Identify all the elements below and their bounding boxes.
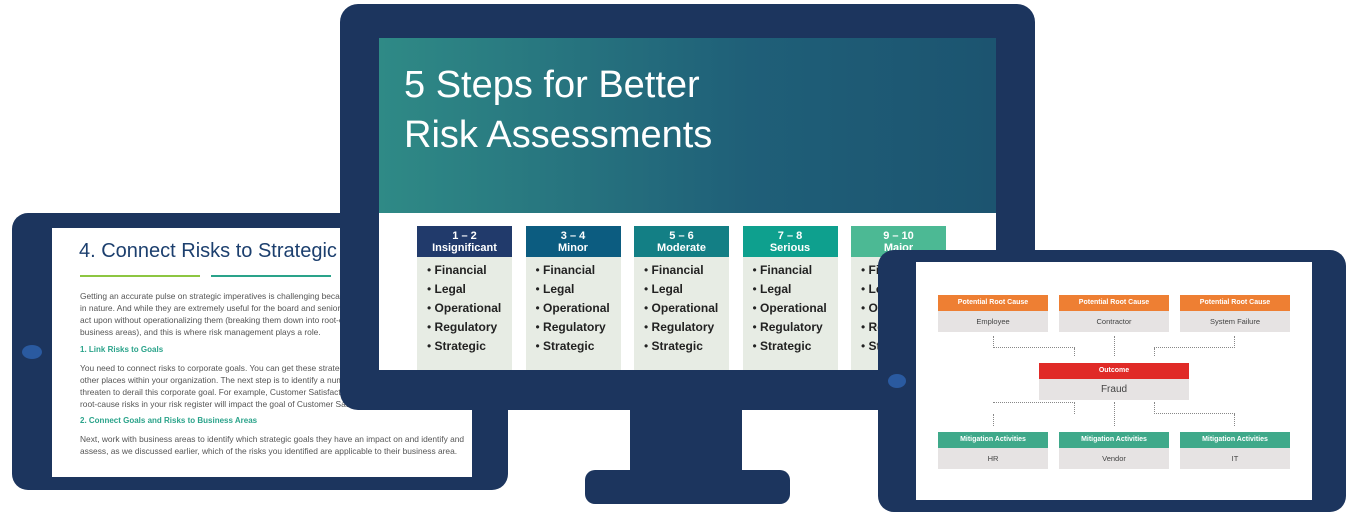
impact-list-item: Legal [536,282,621,301]
mitigation-box-value: HR [938,448,1048,469]
mitigation-box-value: Vendor [1059,448,1169,469]
outcome-box-header: Outcome [1039,363,1189,379]
impact-list: FinancialLegalOperationalRegulatoryStrat… [634,257,729,358]
dashed-connector [1154,348,1155,356]
impact-column-header: 7 – 8 Serious [742,226,838,257]
impact-column: 7 – 8SeriousFinancialLegalOperationalReg… [742,226,838,370]
tablet-home-button [888,374,906,388]
mitigation-box-header: Mitigation Activities [1059,432,1169,448]
root-cause-box-value: Contractor [1059,311,1169,332]
impact-list-item: Legal [427,282,512,301]
mitigation-box: Mitigation Activities HR [938,432,1048,469]
subheading: 1. Link Risks to Goals [80,345,164,354]
impact-list-item: Regulatory [753,320,838,339]
impact-list-item: Regulatory [644,320,729,339]
impact-list-item: Regulatory [536,320,621,339]
root-cause-box: Potential Root Cause Contractor [1059,295,1169,332]
tablet-home-button [22,345,42,359]
impact-list-item: Operational [427,301,512,320]
monitor-base [585,470,790,504]
dashed-connector [1074,348,1075,356]
dashed-connector [993,336,1075,348]
impact-column: 3 – 4MinorFinancialLegalOperationalRegul… [525,226,621,370]
root-cause-box-header: Potential Root Cause [938,295,1048,311]
divider [80,275,200,277]
impact-list-item: Strategic [427,339,512,358]
impact-list-item: Legal [753,282,838,301]
section-title: 4. Connect Risks to Strategic Go [79,240,370,262]
hero-title: 5 Steps for Better Risk Assessments [404,64,713,156]
impact-column-header: 3 – 4 Minor [525,226,621,257]
root-cause-box-header: Potential Root Cause [1180,295,1290,311]
root-cause-box: Potential Root Cause Employee [938,295,1048,332]
impact-list-item: Strategic [536,339,621,358]
impact-list-item: Financial [427,263,512,282]
impact-list-item: Strategic [644,339,729,358]
right-tablet-screen: Potential Root Cause Employee Potential Ro… [916,262,1312,500]
impact-list-item: Strategic [753,339,838,358]
subheading: 2. Connect Goals and Risks to Business A… [80,416,258,425]
impact-list: FinancialLegalOperationalRegulatoryStrat… [743,257,838,358]
root-cause-box-header: Potential Root Cause [1059,295,1169,311]
mitigation-box-header: Mitigation Activities [938,432,1048,448]
mitigation-box: Mitigation Activities Vendor [1059,432,1169,469]
impact-list-item: Financial [536,263,621,282]
impact-list: FinancialLegalOperationalRegulatoryStrat… [526,257,621,358]
outcome-box: Outcome Fraud [1039,363,1189,400]
impact-list-item: Legal [644,282,729,301]
paragraph: Next, work with business areas to identi… [80,434,465,456]
impact-list-item: Operational [644,301,729,320]
dashed-connector [993,402,1075,414]
mitigation-box: Mitigation Activities IT [1180,432,1290,469]
impact-list-item: Operational [536,301,621,320]
mitigation-box-value: IT [1180,448,1290,469]
impact-column-header: 5 – 6 Moderate [634,226,729,257]
root-cause-box: Potential Root Cause System Failure [1180,295,1290,332]
dashed-connector [1114,402,1115,426]
right-tablet: Potential Root Cause Employee Potential Ro… [878,250,1346,512]
impact-column-header: 1 – 2 Insignificant [417,226,512,257]
dashed-connector [1114,336,1115,356]
impact-list-item: Regulatory [427,320,512,339]
hero-banner: 5 Steps for Better Risk Assessments [379,38,996,213]
impact-list-item: Financial [644,263,729,282]
dashed-connector [993,414,994,426]
root-cause-box-value: System Failure [1180,311,1290,332]
mitigation-box-header: Mitigation Activities [1180,432,1290,448]
impact-list: FinancialLegalOperationalRegulatoryStrat… [417,257,512,358]
root-cause-box-value: Employee [938,311,1048,332]
impact-column: 1 – 2InsignificantFinancialLegalOperatio… [417,226,512,370]
impact-list-item: Operational [753,301,838,320]
dashed-connector [1154,402,1235,414]
dashed-connector [1234,414,1235,426]
dashed-connector [1154,336,1235,348]
divider [211,275,331,277]
monitor-stand [630,400,742,475]
outcome-box-value: Fraud [1039,379,1189,400]
impact-column: 5 – 6ModerateFinancialLegalOperationalRe… [634,226,729,370]
impact-list-item: Financial [753,263,838,282]
